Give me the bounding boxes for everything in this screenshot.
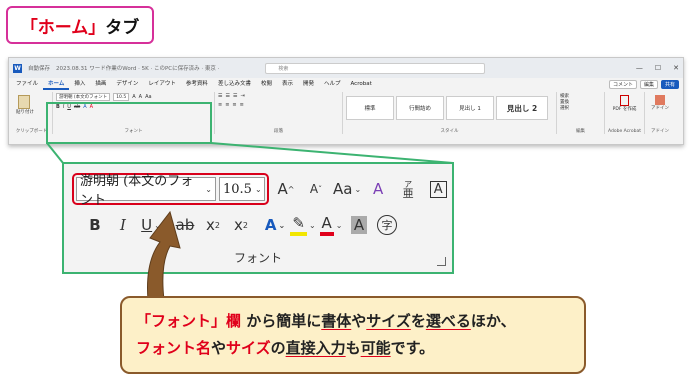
callout-text: を — [410, 312, 426, 330]
callout-text: や — [351, 312, 367, 330]
callout-direct-input: 直接入力 — [285, 339, 346, 357]
callout-font-field: 「フォント」欄 — [136, 312, 242, 330]
callout-select: 選べる — [425, 312, 471, 330]
callout-text: や — [211, 339, 227, 357]
callout-font-name: フォント名 — [136, 339, 212, 357]
explanation-callout: 「フォント」欄 から簡単に書体やサイズを選べるほか、 フォント名やサイズの直接入… — [120, 296, 586, 374]
callout-text: から簡単に — [241, 312, 322, 330]
callout-text: の — [270, 339, 286, 357]
callout-text: ほか、 — [470, 312, 516, 330]
callout-size-red: サイズ — [226, 339, 271, 357]
callout-text: も — [345, 339, 361, 357]
callout-size: サイズ — [366, 312, 411, 330]
callout-text: です。 — [390, 339, 435, 357]
callout-line-1: 「フォント」欄 から簡単に書体やサイズを選べるほか、 — [136, 308, 570, 335]
callout-typeface: 書体 — [321, 312, 352, 330]
arrow-shape — [147, 210, 181, 301]
callout-possible: 可能 — [360, 339, 391, 357]
callout-line-2: フォント名やサイズの直接入力も可能です。 — [136, 335, 570, 362]
